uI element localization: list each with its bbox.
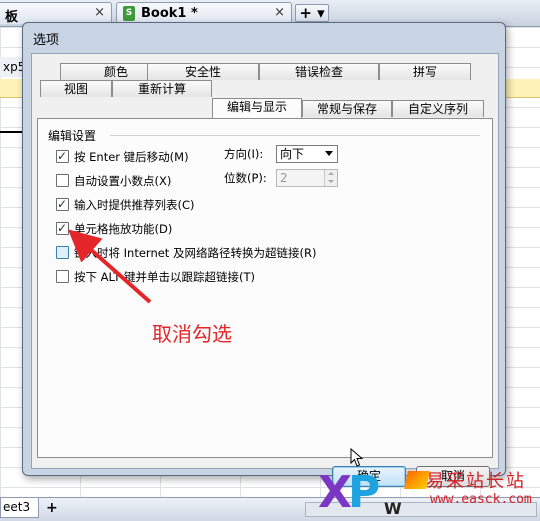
add-sheet-button[interactable]: + [46,500,58,516]
annotation-text: 取消勾选 [152,322,232,346]
site-watermark: XP W 易采站长站 www.easck.com [318,465,540,520]
option-label: 单元格拖放功能(D) [74,222,173,236]
places-value: 2 [280,171,288,185]
option-label: 自动设置小数点(X) [74,174,172,188]
direction-value: 向下 [280,147,305,161]
option-label: 键入时将 Internet 及网络路径转换为超链接(R) [74,246,317,260]
check-icon[interactable] [56,196,69,212]
spin-down-icon[interactable] [324,178,337,186]
tab-spelling[interactable]: 拼写 [379,63,471,80]
dialog-body: 颜色 安全性 错误检查 拼写 视图 重新计算 编辑与显示 常规与保存 自定义序列… [31,53,499,487]
option-label: 按下 ALT 键并单击以跟踪超链接(T) [74,270,256,284]
dialog-title: 选项 [33,33,60,48]
group-title: 编辑设置 [48,129,97,143]
option-label: 输入时提供推荐列表(C) [74,198,195,212]
app-tab-label: 板 [5,10,19,25]
chevron-down-icon[interactable] [325,151,333,156]
close-icon[interactable]: × [274,5,285,20]
check-icon[interactable] [56,148,69,164]
tab-view[interactable]: 视图 [40,80,112,97]
app-tab-previous[interactable]: 板 × [0,2,112,25]
row-header-highlight [0,79,24,98]
sheet-tab-sheet3[interactable]: eet3 [0,498,40,518]
edit-display-panel: 编辑设置 按 Enter 键后移动(M) 自动设置小数点(X) 输入时提供推荐列… [37,118,493,458]
group-divider [110,135,480,136]
tab-edit-display[interactable]: 编辑与显示 [212,98,302,118]
places-label: 位数(P): [224,171,267,185]
logo-letter-p: P [347,467,380,518]
direction-select[interactable]: 向下 [276,145,338,163]
logo-letter-x: X [318,467,352,518]
column-header-highlight [500,79,540,98]
tab-error-check[interactable]: 错误检查 [259,63,379,80]
checkbox-icon[interactable] [56,270,69,283]
tab-recalculate[interactable]: 重新计算 [112,80,212,97]
tab-security[interactable]: 安全性 [147,63,259,80]
close-icon[interactable]: × [94,5,105,20]
checkbox-icon[interactable] [56,246,69,259]
new-tab-button[interactable]: + ▾ [295,4,329,22]
direction-label: 方向(I): [224,147,264,161]
watermark-url: www.easck.com [430,492,532,507]
selected-cell-border [0,131,24,133]
app-tab-label: Book1 * [141,6,198,21]
watermark-site-name: 易采站长站 [426,471,526,492]
option-label: 按 Enter 键后移动(M) [74,150,189,164]
app-tab-book1[interactable]: S Book1 * × [116,2,292,24]
tab-general-save[interactable]: 常规与保存 [302,100,392,117]
watermark-w: W [384,499,402,518]
decimal-places-stepper[interactable]: 2 [276,169,338,187]
checkbox-icon[interactable] [56,174,69,187]
options-dialog: 选项 颜色 安全性 错误检查 拼写 视图 重新计算 编辑与显示 常规与保存 自定… [22,22,506,487]
spreadsheet-file-icon: S [123,6,135,21]
tab-custom-lists[interactable]: 自定义序列 [392,100,484,117]
check-icon[interactable] [56,220,69,236]
